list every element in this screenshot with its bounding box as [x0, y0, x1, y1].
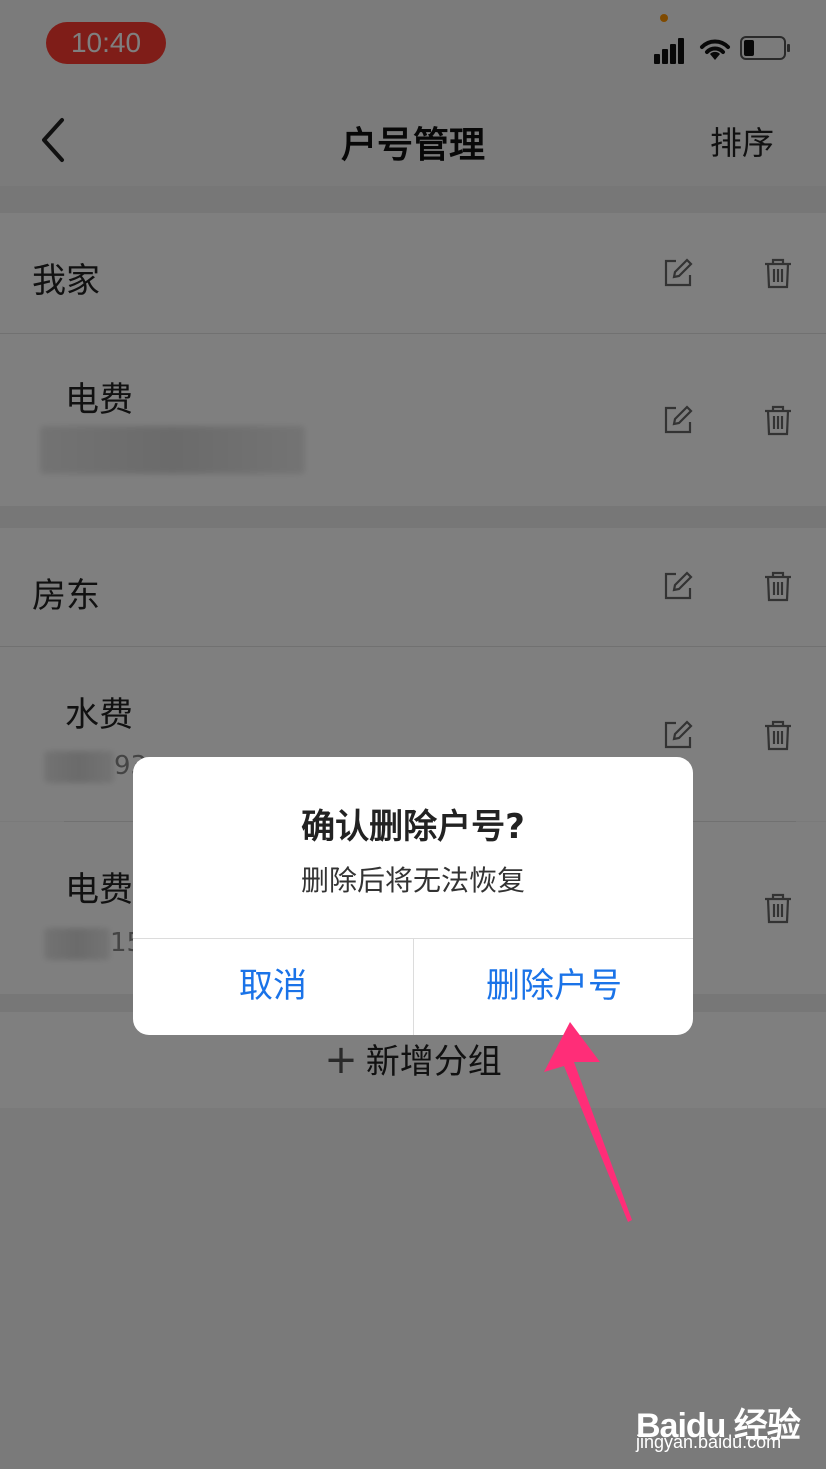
cancel-button[interactable]: 取消	[133, 938, 413, 1035]
annotation-arrow-icon	[544, 1022, 632, 1222]
watermark-url: jingyan.baidu.com	[636, 1432, 782, 1452]
dialog-message: 删除后将无法恢复	[300, 864, 525, 897]
confirm-delete-dialog: 确认删除户号? 删除后将无法恢复 取消 删除户号	[133, 757, 693, 1035]
modal-overlay[interactable]	[0, 0, 826, 1469]
dialog-title: 确认删除户号?	[301, 807, 525, 847]
